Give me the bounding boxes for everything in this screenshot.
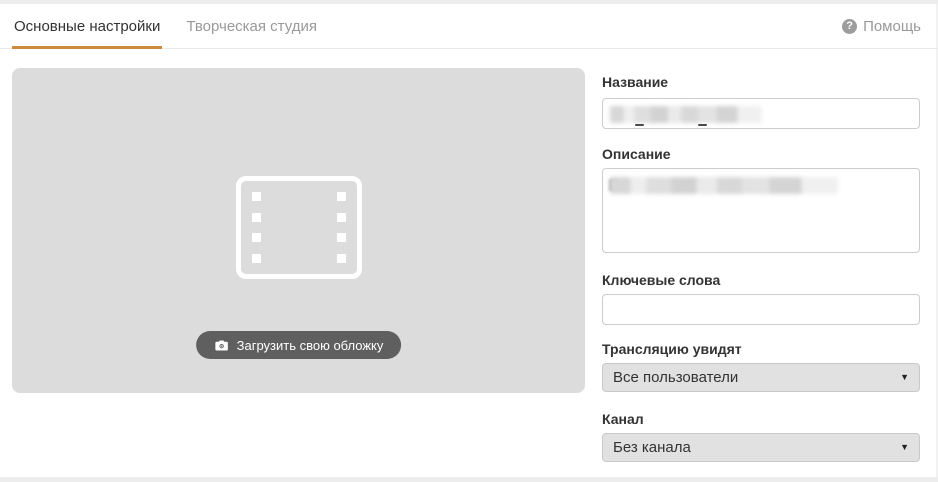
tab-creative-studio-label: Творческая студия bbox=[186, 18, 317, 35]
film-perforations-left bbox=[252, 192, 261, 263]
visibility-selected-value: Все пользователи bbox=[613, 369, 738, 386]
redacted-underscore bbox=[635, 124, 644, 126]
channel-selected-value: Без канала bbox=[613, 439, 691, 456]
channel-select[interactable]: Без канала ▼ bbox=[602, 433, 920, 462]
keywords-label: Ключевые слова bbox=[602, 272, 720, 288]
film-perforations-right bbox=[337, 192, 346, 263]
cover-preview-panel: Загрузить свою обложку bbox=[12, 68, 585, 393]
redacted-underscore bbox=[698, 124, 707, 126]
help-label: Помощь bbox=[863, 18, 921, 35]
upload-cover-button[interactable]: Загрузить свою обложку bbox=[196, 331, 402, 359]
tab-creative-studio[interactable]: Творческая студия bbox=[184, 4, 319, 48]
description-textarea[interactable] bbox=[602, 168, 920, 253]
chevron-down-icon: ▼ bbox=[900, 373, 909, 382]
upload-cover-label: Загрузить свою обложку bbox=[237, 338, 384, 353]
chevron-down-icon: ▼ bbox=[900, 443, 909, 452]
tab-bar: Основные настройки Творческая студия ? П… bbox=[0, 4, 938, 49]
film-strip-icon bbox=[236, 176, 362, 279]
visibility-label: Трансляцию увидят bbox=[602, 341, 742, 357]
tab-basic-settings-label: Основные настройки bbox=[14, 18, 160, 35]
question-mark-icon: ? bbox=[842, 19, 857, 34]
redacted-description-value bbox=[610, 177, 838, 194]
camera-icon bbox=[214, 338, 229, 353]
keywords-input[interactable] bbox=[602, 294, 920, 325]
channel-label: Канал bbox=[602, 411, 644, 427]
title-label: Название bbox=[602, 74, 668, 90]
visibility-select[interactable]: Все пользователи ▼ bbox=[602, 363, 920, 392]
page-edge-bottom bbox=[0, 477, 938, 482]
description-label: Описание bbox=[602, 146, 671, 162]
title-input[interactable] bbox=[602, 98, 920, 129]
redacted-title-value bbox=[610, 106, 762, 123]
help-button[interactable]: ? Помощь bbox=[842, 4, 921, 48]
tab-basic-settings[interactable]: Основные настройки bbox=[12, 4, 162, 48]
